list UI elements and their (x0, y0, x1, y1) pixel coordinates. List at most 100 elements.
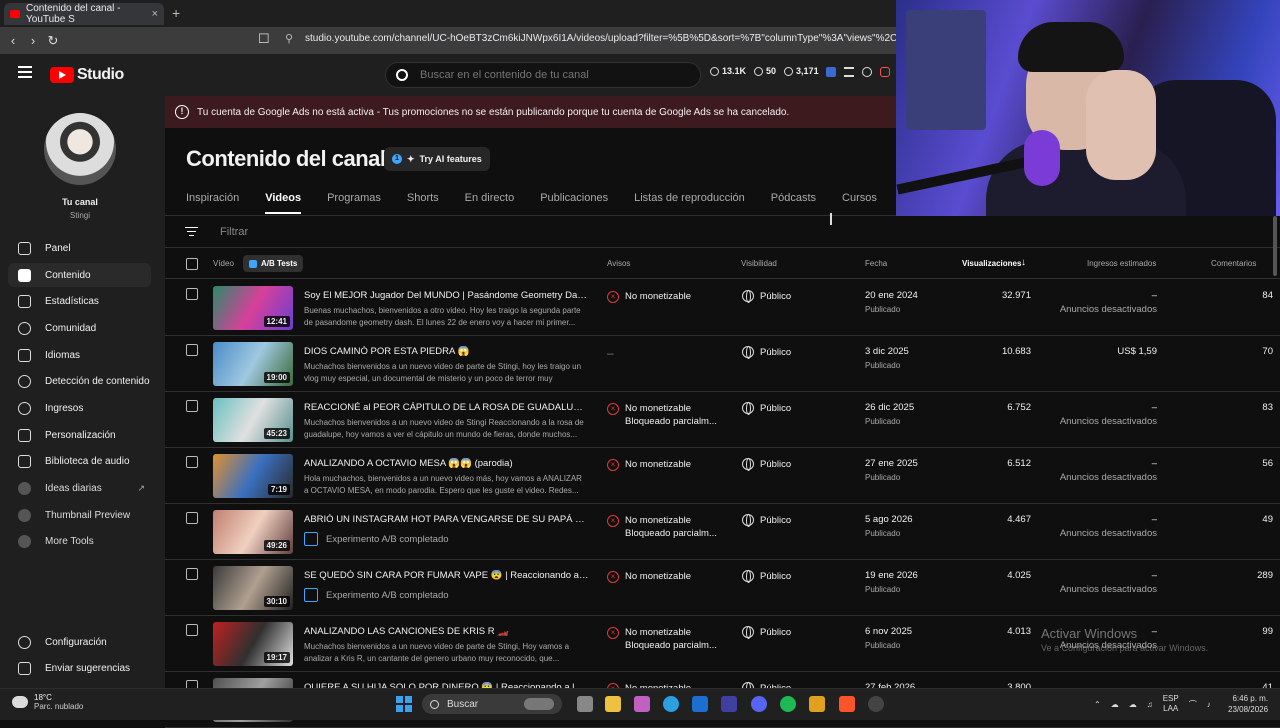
sidebar-item-daily-ideas[interactable]: Ideas diarias ↗ (8, 476, 151, 500)
video-title[interactable]: DIOS CAMINÓ POR ESTA PIEDRA 😱 (304, 346, 589, 357)
list-icon[interactable] (844, 67, 854, 77)
filter-icon[interactable] (185, 226, 198, 237)
ab-experiment-status[interactable]: Experimento A/B completado (304, 588, 449, 602)
tab-podcasts[interactable]: Pódcasts (771, 192, 816, 214)
video-title[interactable]: Soy El MEJOR Jugador Del MUNDO | Pasándo… (304, 290, 589, 301)
new-tab-button[interactable]: + (172, 5, 180, 21)
row-checkbox[interactable] (186, 344, 198, 356)
network-icon[interactable]: ☁ (1111, 700, 1119, 709)
visibility-cell[interactable]: Público (742, 458, 791, 471)
sidebar-item-copyright[interactable]: Detección de contenido (8, 369, 151, 393)
visibility-cell[interactable]: Público (742, 626, 791, 639)
sidebar-item-settings[interactable]: Configuración (8, 630, 151, 654)
col-video[interactable]: Vídeo (213, 259, 234, 268)
studio-logo[interactable]: Studio (50, 66, 124, 84)
visibility-cell[interactable]: Público (742, 346, 791, 359)
reload-icon[interactable]: ↻ (43, 33, 63, 49)
col-notices[interactable]: Avisos (607, 259, 630, 268)
sidebar-item-languages[interactable]: Idiomas (8, 343, 151, 367)
table-row[interactable]: 19:00 DIOS CAMINÓ POR ESTA PIEDRA 😱 Muchac… (165, 336, 1280, 392)
outlook-icon[interactable] (692, 696, 708, 712)
sidebar-item-content[interactable]: Contenido (8, 263, 151, 287)
video-title[interactable]: ABRIÓ UN INSTAGRAM HOT PARA VENGARSE DE … (304, 514, 589, 525)
table-row[interactable]: 45:23 REACCIONÉ al PEOR CÁPITULO DE LA RO… (165, 392, 1280, 448)
ab-experiment-status[interactable]: Experimento A/B completado (304, 532, 449, 546)
app-icon[interactable] (868, 696, 884, 712)
search-input[interactable] (420, 69, 680, 81)
sidebar-item-more-tools[interactable]: More Tools (8, 529, 151, 553)
site-info-icon[interactable]: ⚲ (285, 32, 293, 45)
tab-playlists[interactable]: Listas de reproducción (634, 192, 745, 214)
tab-shows[interactable]: Programas (327, 192, 381, 214)
browser-tab[interactable]: Contenido del canal - YouTube S × (4, 3, 164, 25)
brave-icon[interactable] (839, 696, 855, 712)
sidebar-item-feedback[interactable]: Enviar sugerencias (8, 656, 151, 680)
table-row[interactable]: 49:26 ABRIÓ UN INSTAGRAM HOT PARA VENGARS… (165, 504, 1280, 560)
search-box[interactable] (385, 62, 701, 88)
extension-icon[interactable] (826, 67, 836, 77)
select-all-checkbox[interactable] (186, 258, 198, 270)
row-checkbox[interactable] (186, 624, 198, 636)
sort-down-icon[interactable]: ↓ (1021, 257, 1026, 268)
spotify-icon[interactable] (780, 696, 796, 712)
monetization-notice[interactable]: × No monetizable Bloqueado parcialm... (607, 514, 717, 540)
video-thumbnail[interactable]: 19:17 (213, 622, 293, 666)
table-row[interactable]: 12:41 Soy El MEJOR Jugador Del MUNDO | Pa… (165, 280, 1280, 336)
taskbar-clock[interactable]: 6:46 p. m. 23/08/2026 (1228, 693, 1268, 715)
visibility-cell[interactable]: Público (742, 402, 791, 415)
language-indicator[interactable]: ESP LAA (1163, 694, 1179, 714)
bookmark-icon[interactable]: ☐ (258, 31, 270, 47)
sidebar-item-thumbnail-preview[interactable]: Thumbnail Preview (8, 503, 151, 527)
video-title[interactable]: SE QUEDÓ SIN CARA POR FUMAR VAPE 😨 | Rea… (304, 570, 589, 581)
url-field[interactable]: studio.youtube.com/channel/UC-hOeBT3zCm6… (305, 33, 943, 44)
discord-icon[interactable] (751, 696, 767, 712)
visibility-cell[interactable]: Público (742, 290, 791, 303)
visibility-cell[interactable]: Público (742, 514, 791, 527)
task-view-icon[interactable] (577, 696, 593, 712)
col-comments[interactable]: Comentarios (1211, 259, 1256, 268)
chevron-up-icon[interactable]: ⌃ (1094, 700, 1101, 709)
video-title[interactable]: ANALIZANDO LAS CANCIONES DE KRIS R 🏎️ (304, 626, 589, 637)
tab-close-button[interactable]: × (152, 8, 158, 20)
tab-shorts[interactable]: Shorts (407, 192, 439, 214)
filter-bar[interactable]: Filtrar (165, 216, 1280, 248)
wifi-icon[interactable]: ⌒ (1189, 699, 1197, 710)
sidebar-item-audio-library[interactable]: Biblioteca de audio (8, 449, 151, 473)
ab-tests-chip[interactable]: A/B Tests (243, 255, 304, 272)
col-date[interactable]: Fecha (865, 259, 887, 268)
scrollbar[interactable] (1273, 216, 1277, 276)
video-thumbnail[interactable]: 30:10 (213, 566, 293, 610)
col-visibility[interactable]: Visibilidad (741, 259, 777, 268)
monetization-notice[interactable]: × No monetizable (607, 290, 691, 303)
row-checkbox[interactable] (186, 512, 198, 524)
tab-live[interactable]: En directo (465, 192, 515, 214)
sidebar-item-customization[interactable]: Personalización (8, 423, 151, 447)
monetization-notice[interactable]: × No monetizable Bloqueado parcialm... (607, 402, 717, 428)
row-checkbox[interactable] (186, 288, 198, 300)
microphone-icon[interactable]: ♫ (1147, 700, 1153, 709)
sidebar-item-earn[interactable]: Ingresos (8, 396, 151, 420)
tab-inspiration[interactable]: Inspiración (186, 192, 239, 214)
video-thumbnail[interactable]: 12:41 (213, 286, 293, 330)
filter-input[interactable]: Filtrar (220, 226, 248, 238)
file-explorer-icon[interactable] (605, 696, 621, 712)
back-icon[interactable]: ‹ (3, 33, 23, 48)
weather-widget[interactable]: 18°C Parc. nublado (12, 693, 83, 711)
row-checkbox[interactable] (186, 456, 198, 468)
video-thumbnail[interactable]: 45:23 (213, 398, 293, 442)
monetization-notice[interactable]: × No monetizable (607, 570, 691, 583)
video-title[interactable]: REACCIONÉ al PEOR CÁPITULO DE LA ROSA DE… (304, 402, 589, 413)
row-checkbox[interactable] (186, 568, 198, 580)
settings-icon[interactable] (862, 67, 872, 77)
col-views[interactable]: Visualizaciones (962, 259, 1021, 268)
sidebar-item-panel[interactable]: Panel (8, 236, 151, 260)
col-revenue[interactable]: Ingresos estimados (1087, 259, 1156, 268)
sidebar-item-analytics[interactable]: Estadísticas (8, 289, 151, 313)
table-row[interactable]: 30:10 SE QUEDÓ SIN CARA POR FUMAR VAPE 😨 … (165, 560, 1280, 616)
channel-avatar[interactable] (44, 113, 116, 185)
windows-start-icon[interactable] (396, 696, 412, 712)
row-checkbox[interactable] (186, 400, 198, 412)
video-title[interactable]: ANALIZANDO A OCTAVIO MESA 😱😱 (parodia) (304, 458, 589, 469)
hamburger-menu-icon[interactable] (18, 66, 32, 78)
visibility-cell[interactable]: Público (742, 570, 791, 583)
